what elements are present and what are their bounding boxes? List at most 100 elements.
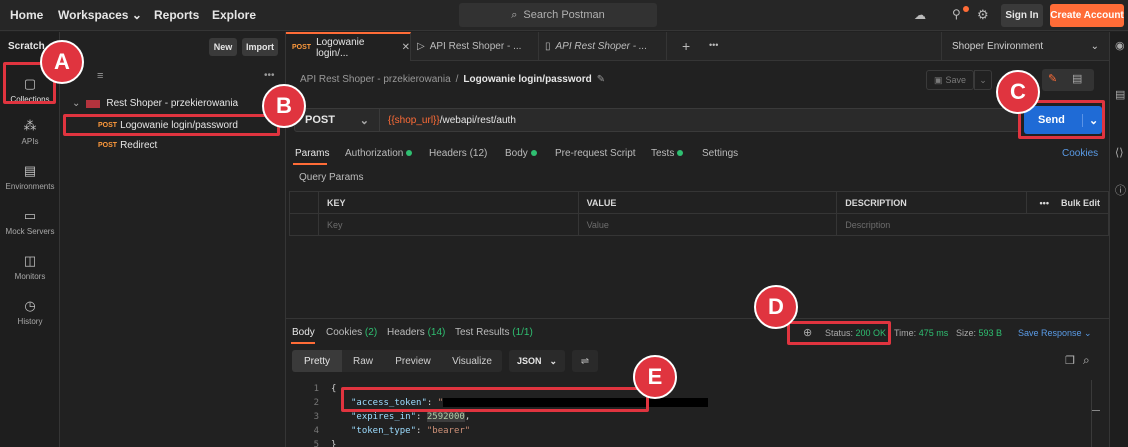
response-tab-headers[interactable]: Headers (14) <box>387 327 445 338</box>
more-icon[interactable]: ••• <box>264 70 275 81</box>
more-tabs-icon[interactable]: ••• <box>709 40 718 50</box>
bulk-edit-button[interactable]: Bulk Edit <box>1061 198 1100 208</box>
pencil-icon[interactable]: ✎ <box>1048 72 1057 85</box>
view-pretty[interactable]: Pretty <box>292 350 342 372</box>
chevron-down-icon: ⌄ <box>1090 41 1099 52</box>
format-select[interactable]: JSON ⌄ <box>509 350 565 372</box>
environments-icon: ▤ <box>23 163 37 178</box>
close-icon[interactable]: ✕ <box>402 42 410 53</box>
rail-apis[interactable]: ⁂ APIs <box>0 118 60 146</box>
rail-mock-servers[interactable]: ▭ Mock Servers <box>0 208 60 236</box>
view-preview[interactable]: Preview <box>389 350 437 372</box>
collection-row[interactable]: ⌄ Rest Shoper - przekierowania <box>72 98 238 109</box>
col-value: VALUE <box>577 191 838 214</box>
environment-select[interactable]: Shoper Environment ⌄ <box>941 32 1109 61</box>
tab-params[interactable]: Params <box>295 148 329 159</box>
search-icon: ⌕ <box>511 8 518 21</box>
cookies-link[interactable]: Cookies <box>1062 148 1098 159</box>
cloud-off-icon[interactable]: ☁ <box>914 8 926 22</box>
json-line-expires-in: "expires_in": 2592000, <box>351 412 471 422</box>
satellite-icon[interactable]: ⚲ <box>952 7 961 21</box>
save-response-button[interactable]: Save Response ⌄ <box>1018 328 1092 339</box>
value-input[interactable]: Value <box>577 213 838 236</box>
annotation-badge-d: D <box>754 285 798 329</box>
col-key: KEY <box>317 191 579 214</box>
new-button[interactable]: New <box>209 38 237 56</box>
apis-icon: ⁂ <box>23 118 37 133</box>
documentation-icon[interactable]: ▤ <box>1115 88 1125 101</box>
response-tab-cookies[interactable]: Cookies (2) <box>326 327 377 338</box>
history-icon: ◷ <box>24 298 36 313</box>
breadcrumb-separator: / <box>455 74 459 85</box>
eye-icon[interactable]: ◉ <box>1115 39 1125 52</box>
doc-icon: ▯ <box>545 41 551 52</box>
scrollbar[interactable] <box>1091 380 1101 447</box>
tab-tests[interactable]: Tests <box>651 148 684 159</box>
info-icon[interactable]: ⓘ <box>1115 182 1126 198</box>
gear-icon[interactable]: ⚙ <box>977 7 989 23</box>
view-toggle: ✎ ▤ <box>1042 69 1094 91</box>
tab-body[interactable]: Body <box>505 148 537 159</box>
search-icon[interactable]: ⌕ <box>1083 353 1090 368</box>
create-account-button[interactable]: Create Account <box>1050 4 1124 27</box>
wrap-lines-icon[interactable]: ⇌ <box>572 350 598 372</box>
tab-authorization[interactable]: Authorization <box>345 148 413 159</box>
query-params-title: Query Params <box>299 172 364 183</box>
right-rail: ◉ ▤ ⟨⟩ ⓘ <box>1109 32 1128 447</box>
json-open: { <box>331 384 337 394</box>
filter-icon[interactable]: ≡ <box>97 70 103 82</box>
monitor-icon: ◫ <box>23 253 37 268</box>
code-icon[interactable]: ⟨⟩ <box>1115 146 1124 159</box>
save-options-icon[interactable]: ⌄ <box>974 70 992 90</box>
nav-reports[interactable]: Reports <box>154 8 199 22</box>
nav-explore[interactable]: Explore <box>212 8 256 22</box>
view-raw[interactable]: Raw <box>342 350 384 372</box>
url-input[interactable]: {{shop_url}}/webapi/rest/auth <box>380 108 1020 132</box>
rail-history[interactable]: ◷ History <box>0 298 60 326</box>
rail-environments[interactable]: ▤ Environments <box>0 163 60 191</box>
edit-icon[interactable]: ✎ <box>597 74 605 85</box>
response-tab-body[interactable]: Body <box>292 327 315 338</box>
import-button[interactable]: Import <box>242 38 278 56</box>
chevron-down-icon: ⌄ <box>72 98 81 109</box>
highlight-token <box>341 387 649 412</box>
json-close: } <box>331 440 337 447</box>
tab-login[interactable]: POST Logowanie login/... ✕ <box>286 32 411 61</box>
method-select[interactable]: POST ⌄ <box>294 108 380 132</box>
top-bar: Home Workspaces ⌄ Reports Explore ⌕ Sear… <box>0 0 1128 31</box>
active-tab-indicator <box>293 163 327 165</box>
breadcrumb-request: Logowanie login/password <box>463 74 592 85</box>
request-item-redirect[interactable]: POST Redirect <box>98 140 157 151</box>
key-input[interactable]: Key <box>317 213 579 236</box>
status-dot <box>677 150 684 157</box>
nav-home[interactable]: Home <box>10 8 43 22</box>
sidebar: New Import ≡ ••• ⌄ Rest Shoper - przekie… <box>60 32 286 447</box>
new-tab-icon[interactable]: + <box>682 38 690 54</box>
table-row: Key Value Description <box>289 213 1109 236</box>
tab-api-rest-2[interactable]: ▯ API Rest Shoper - ... <box>539 32 667 61</box>
response-tab-test-results[interactable]: Test Results (1/1) <box>455 327 533 338</box>
rail-monitors[interactable]: ◫ Monitors <box>0 253 60 281</box>
size-text: Size: 593 B <box>956 328 1003 338</box>
folder-icon <box>86 99 101 108</box>
breadcrumb-collection[interactable]: API Rest Shoper - przekierowania <box>300 74 451 85</box>
tab-pre-request-script[interactable]: Pre-request Script <box>555 148 636 159</box>
query-params-table: KEY VALUE DESCRIPTION ••• Bulk Edit Key V… <box>289 191 1109 236</box>
search-input[interactable]: ⌕ Search Postman <box>459 3 657 27</box>
sign-in-button[interactable]: Sign In <box>1001 4 1043 27</box>
more-icon[interactable]: ••• <box>1040 198 1049 208</box>
description-input[interactable]: Description <box>836 213 1109 236</box>
view-visualize[interactable]: Visualize <box>447 350 497 372</box>
tab-api-rest-1[interactable]: ▷ API Rest Shoper - ... <box>411 32 539 61</box>
copy-icon[interactable]: ❐ <box>1065 354 1075 367</box>
tab-headers[interactable]: Headers (12) <box>429 148 487 159</box>
scrollbar-thumb[interactable] <box>1092 410 1100 411</box>
highlight-request <box>63 114 280 136</box>
highlight-status <box>787 321 891 345</box>
nav-workspaces[interactable]: Workspaces ⌄ <box>58 8 142 22</box>
col-description: DESCRIPTION <box>836 191 1027 214</box>
save-button[interactable]: ▣ Save <box>926 70 974 90</box>
table-row: KEY VALUE DESCRIPTION ••• Bulk Edit <box>289 191 1109 214</box>
tab-settings[interactable]: Settings <box>702 148 738 159</box>
comment-icon[interactable]: ▤ <box>1072 72 1082 85</box>
